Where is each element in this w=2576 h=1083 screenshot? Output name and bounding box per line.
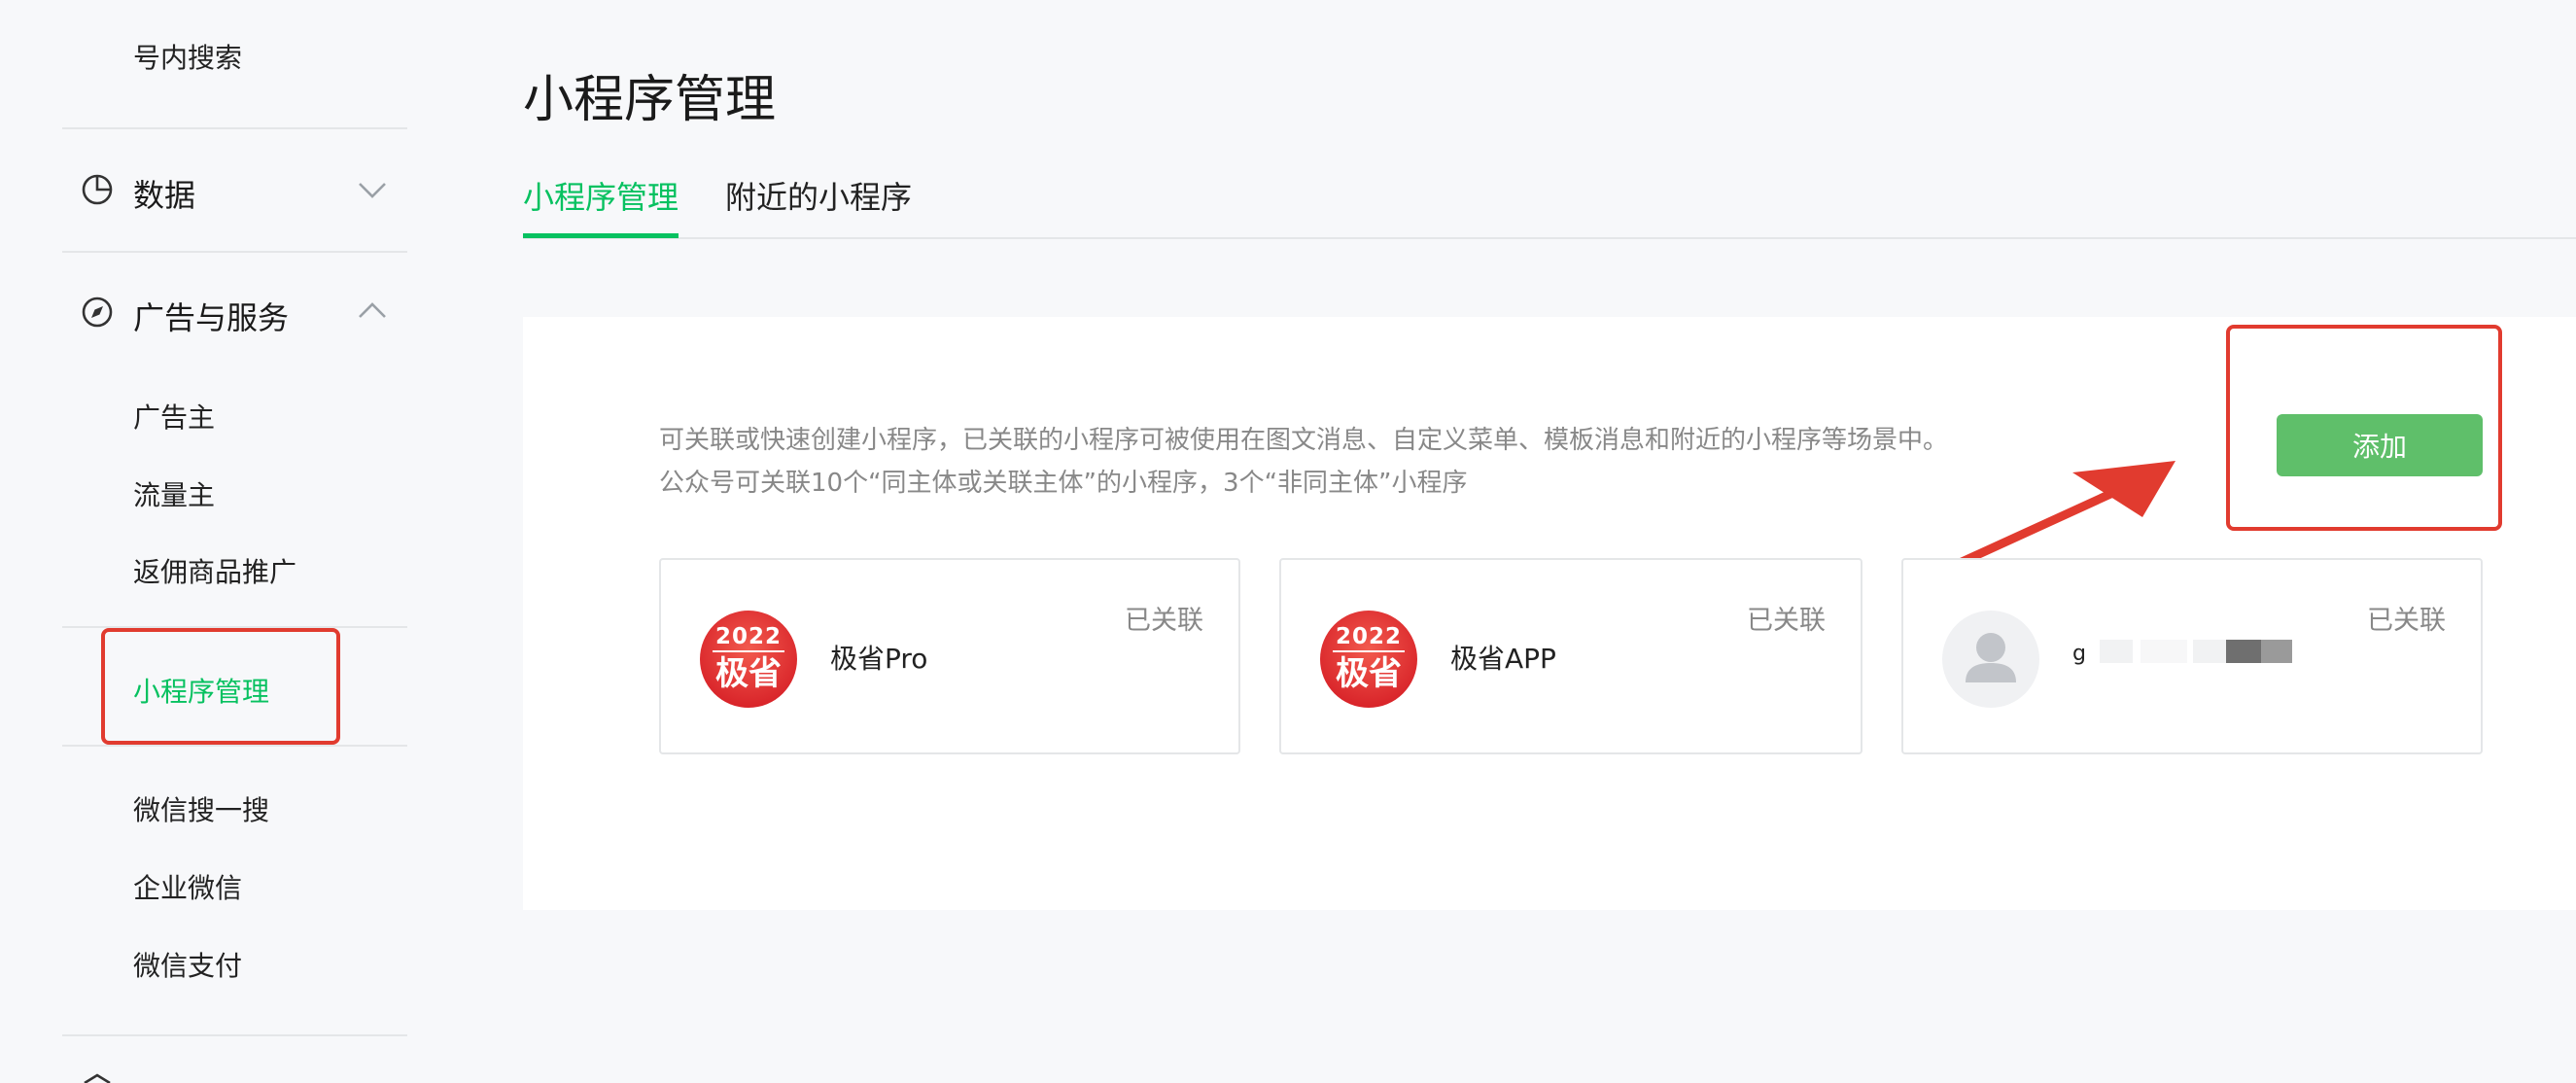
mini-program-card[interactable]: 2022 极省 极省APP 已关联 <box>1279 558 1862 754</box>
status-badge: 已关联 <box>2367 606 2446 636</box>
active-tab-indicator <box>523 233 679 238</box>
highlight-box <box>101 628 340 745</box>
logo-text: 极省 <box>1336 654 1402 693</box>
sidebar-item-rebate-promotion[interactable]: 返佣商品推广 <box>133 551 296 590</box>
page-title: 小程序管理 <box>523 71 777 129</box>
status-badge: 已关联 <box>1747 606 1826 636</box>
sidebar-item-search-in-account[interactable]: 号内搜索 <box>133 37 242 76</box>
logo-text: 极省 <box>715 654 782 693</box>
redacted-block <box>2141 640 2187 663</box>
sidebar-item-publisher[interactable]: 流量主 <box>133 474 215 513</box>
partial-icon <box>84 1073 111 1083</box>
sidebar-item-wechat-pay[interactable]: 微信支付 <box>133 945 242 984</box>
sidebar: 号内搜索 数据 广告与服务 广告主 流量主 返佣商品推广 小程序管理 微信搜一搜… <box>0 0 467 1083</box>
mini-program-name: g <box>2072 642 2086 666</box>
sidebar-divider <box>62 745 407 747</box>
chevron-up-icon[interactable] <box>356 294 389 327</box>
mini-program-card[interactable]: 2022 极省 极省Pro 已关联 <box>659 558 1240 754</box>
redacted-block <box>2193 640 2226 663</box>
mini-program-name: 极省Pro <box>830 643 928 675</box>
sidebar-group-label: 广告与服务 <box>133 299 290 336</box>
sidebar-item-wechat-search[interactable]: 微信搜一搜 <box>133 789 269 828</box>
mini-program-logo: 2022 极省 <box>1320 611 1417 708</box>
default-avatar <box>1942 611 2039 708</box>
sidebar-divider <box>62 1034 407 1036</box>
sidebar-item-advertiser[interactable]: 广告主 <box>133 397 215 436</box>
sidebar-divider <box>62 127 407 129</box>
chevron-down-icon[interactable] <box>356 173 389 206</box>
redacted-block <box>2100 640 2133 663</box>
highlight-box <box>2226 325 2502 531</box>
tab-divider <box>523 237 2576 239</box>
sidebar-group-label: 数据 <box>133 177 196 214</box>
description-line-1: 可关联或快速创建小程序，已关联的小程序可被使用在图文消息、自定义菜单、模板消息和… <box>659 426 1949 455</box>
description-line-2: 公众号可关联10个“同主体或关联主体”的小程序，3个“非同主体”小程序 <box>659 469 1468 498</box>
mini-program-card[interactable]: g 已关联 <box>1901 558 2483 754</box>
tab-mini-program-management[interactable]: 小程序管理 <box>523 173 679 218</box>
sidebar-item-wecom[interactable]: 企业微信 <box>133 867 242 906</box>
tab-nearby-mini-programs[interactable]: 附近的小程序 <box>725 173 912 218</box>
logo-year: 2022 <box>712 625 784 652</box>
mini-program-name: 极省APP <box>1450 643 1556 675</box>
status-badge: 已关联 <box>1125 606 1203 636</box>
redacted-block <box>2226 640 2261 663</box>
logo-year: 2022 <box>1332 625 1405 652</box>
user-icon <box>1966 633 2016 682</box>
redacted-block <box>2261 640 2292 663</box>
sidebar-divider <box>62 251 407 253</box>
compass-icon <box>82 297 113 328</box>
pie-chart-icon <box>82 174 113 205</box>
mini-program-logo: 2022 极省 <box>700 611 797 708</box>
